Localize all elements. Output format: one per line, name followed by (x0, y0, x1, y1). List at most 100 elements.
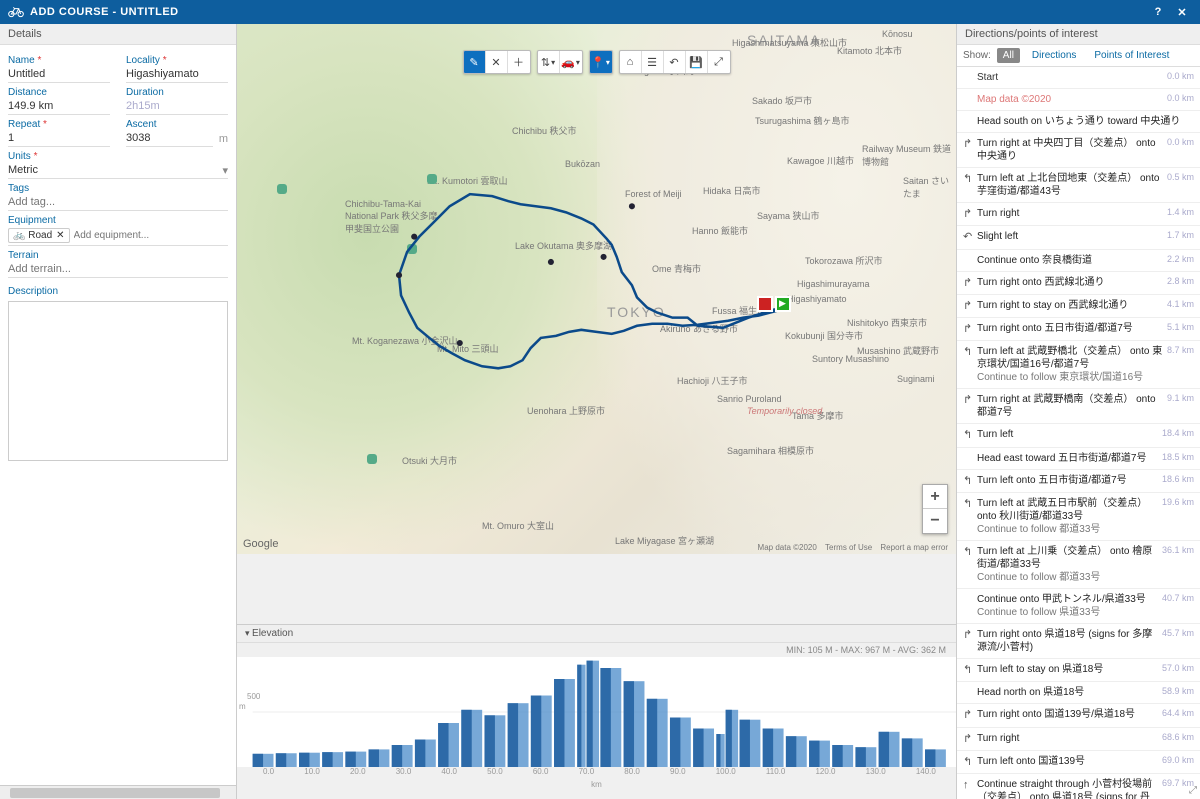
direction-distance: 4.1 km (1167, 299, 1194, 313)
add-tool[interactable]: ＋ (508, 51, 530, 73)
direction-item[interactable]: Start0.0 km (957, 67, 1200, 89)
direction-text: Continue onto 甲武トンネル/県道33号Continue to fo… (977, 593, 1158, 619)
route-path (237, 24, 956, 554)
layers-tool[interactable]: ☰ (642, 51, 664, 73)
turn-arrow-icon: ↱ (963, 322, 977, 336)
direction-item[interactable]: ↶Slight left1.7 km (957, 226, 1200, 249)
direction-distance: 45.7 km (1162, 628, 1194, 654)
direction-item[interactable]: ↰Turn left onto 国道139号69.0 km (957, 751, 1200, 774)
direction-item[interactable]: ↰Turn left to stay on 県道18号57.0 km (957, 659, 1200, 682)
elevation-xaxis: 0.010.020.030.040.050.060.070.080.090.01… (237, 767, 956, 780)
zoom-out-button[interactable]: − (923, 509, 947, 533)
direction-text: Turn right onto 国道139号/県道18号 (977, 708, 1158, 722)
direction-item[interactable]: ↰Turn left at 上川乗（交差点） onto 檜原街道/都道33号Co… (957, 541, 1200, 589)
save-tool[interactable]: 💾 (686, 51, 708, 73)
direction-item[interactable]: ↱Turn right at 武蔵野橋南（交差点） onto 都道7号9.1 k… (957, 389, 1200, 424)
turn-arrow-icon: ↱ (963, 628, 977, 654)
direction-item[interactable]: Map data ©20200.0 km (957, 89, 1200, 111)
delete-tool[interactable]: ✕ (486, 51, 508, 73)
units-select[interactable]: Metric (8, 162, 228, 179)
fullscreen-tool[interactable]: ⤢ (708, 51, 730, 73)
direction-item[interactable]: ↱Turn right1.4 km (957, 203, 1200, 226)
filter-all[interactable]: All (997, 48, 1020, 63)
filter-directions[interactable]: Directions (1026, 48, 1082, 63)
direction-distance: 68.6 km (1162, 732, 1194, 746)
tags-input[interactable] (8, 194, 228, 211)
zoom-in-button[interactable]: + (923, 485, 947, 509)
tags-label: Tags (8, 183, 228, 194)
direction-text: Turn right at 武蔵野橋南（交差点） onto 都道7号 (977, 393, 1163, 419)
direction-item[interactable]: Head north on 県道18号58.9 km (957, 682, 1200, 704)
direction-item[interactable]: ↰Turn left at 武蔵野橋北（交差点） onto 東京環状/国道16号… (957, 341, 1200, 389)
direction-text: Turn left at 武蔵野橋北（交差点） onto 東京環状/国道16号/… (977, 345, 1163, 384)
direction-distance: 64.4 km (1162, 708, 1194, 722)
direction-item[interactable]: Head east toward 五日市街道/都道7号 18.5 km (957, 448, 1200, 470)
route-mode-tool[interactable]: ⇅▾ (538, 51, 560, 73)
add-equipment-input[interactable] (74, 230, 228, 241)
direction-text: Slight left (977, 230, 1163, 244)
description-label: Description (8, 286, 228, 297)
details-header: Details (0, 24, 236, 45)
name-input[interactable] (8, 66, 110, 83)
direction-text: Continue straight through 小菅村役場前（交差点） on… (977, 778, 1158, 799)
bike-icon (8, 6, 24, 18)
map-canvas[interactable]: SAITAMA TOKYO Higashimatsuyama 東松山市 Kita… (237, 24, 956, 554)
direction-text: Head east toward 五日市街道/都道7号 (977, 452, 1158, 465)
direction-item[interactable]: ↰Turn left at 上北台団地東（交差点） onto 芋窪街道/都道43… (957, 168, 1200, 203)
description-textarea[interactable] (8, 301, 228, 461)
direction-item[interactable]: ↱Turn right at 中央四丁目（交差点） onto 中央通り0.0 k… (957, 133, 1200, 168)
direction-distance: 8.7 km (1167, 345, 1194, 384)
home-tool[interactable]: ⌂ (620, 51, 642, 73)
direction-item[interactable]: ↱Turn right onto 国道139号/県道18号64.4 km (957, 704, 1200, 727)
direction-item[interactable]: ↱Turn right onto 県道18号 (signs for 多摩源流/小… (957, 624, 1200, 659)
direction-text: Head south on いちょう通り toward 中央通り (977, 115, 1190, 128)
close-button[interactable]: ✕ (1172, 2, 1192, 22)
locality-input[interactable] (126, 66, 228, 83)
direction-item[interactable]: ↱Turn right68.6 km (957, 728, 1200, 751)
direction-item[interactable]: ↱Turn right onto 西武線北通り2.8 km (957, 272, 1200, 295)
sidebar-h-scrollbar[interactable] (0, 785, 236, 799)
remove-tag-icon[interactable]: ✕ (56, 230, 64, 241)
direction-item[interactable]: Head south on いちょう通り toward 中央通り (957, 111, 1200, 133)
direction-distance: 0.5 km (1167, 172, 1194, 198)
help-button[interactable]: ? (1148, 2, 1168, 22)
ascent-label: Ascent (126, 119, 228, 130)
turn-arrow-icon: ↱ (963, 732, 977, 746)
direction-item[interactable]: ↰Turn left18.4 km (957, 424, 1200, 447)
start-marker[interactable] (775, 296, 791, 312)
turn-arrow-icon: ↱ (963, 276, 977, 290)
direction-item[interactable]: ↰Turn left onto 五日市街道/都道7号18.6 km (957, 470, 1200, 493)
map-attribution: Map data ©2020 Terms of Use Report a map… (758, 543, 948, 552)
elevation-chart: m 500 (237, 657, 956, 767)
undo-tool[interactable]: ↶ (664, 51, 686, 73)
edit-tool[interactable]: ✎ (464, 51, 486, 73)
vehicle-tool[interactable]: 🚗▾ (560, 51, 582, 73)
direction-text: Turn right onto 西武線北通り (977, 276, 1163, 290)
terms-link[interactable]: Terms of Use (825, 543, 872, 552)
terrain-input[interactable] (8, 261, 228, 278)
expand-icon[interactable]: ⤢ (1189, 785, 1197, 796)
direction-distance: 18.6 km (1162, 474, 1194, 488)
elevation-header[interactable]: Elevation (237, 624, 956, 643)
report-link[interactable]: Report a map error (880, 543, 948, 552)
end-marker[interactable] (757, 296, 773, 312)
direction-distance: 18.4 km (1162, 428, 1194, 442)
ascent-input[interactable] (126, 130, 213, 147)
directions-list: Start0.0 kmMap data ©20200.0 km Head sout… (957, 67, 1200, 799)
repeat-input[interactable] (8, 130, 110, 147)
direction-item[interactable]: ↱Turn right to stay on 西武線北通り4.1 km (957, 295, 1200, 318)
direction-distance: 2.2 km (1167, 254, 1194, 267)
direction-item[interactable]: ↱Turn right onto 五日市街道/都道7号5.1 km (957, 318, 1200, 341)
direction-text: Turn left at 上川乗（交差点） onto 檜原街道/都道33号Con… (977, 545, 1158, 584)
direction-item[interactable]: ↑Continue straight through 小菅村役場前（交差点） o… (957, 774, 1200, 799)
direction-distance: 18.5 km (1162, 452, 1194, 465)
direction-item[interactable]: Continue onto 奈良橋街道2.2 km (957, 250, 1200, 272)
direction-text: Turn left onto 国道139号 (977, 755, 1158, 769)
equipment-tag-road[interactable]: 🚲 Road✕ (8, 228, 70, 243)
direction-item[interactable]: Continue onto 甲武トンネル/県道33号Continue to fo… (957, 589, 1200, 624)
direction-text: Turn right onto 県道18号 (signs for 多摩源流/小菅… (977, 628, 1158, 654)
direction-item[interactable]: ↰Turn left at 武蔵五日市駅前（交差点） onto 秋川街道/都道3… (957, 493, 1200, 541)
marker-tool[interactable]: 📍▾ (590, 51, 612, 73)
filter-poi[interactable]: Points of Interest (1088, 48, 1175, 63)
direction-distance: 36.1 km (1162, 545, 1194, 584)
